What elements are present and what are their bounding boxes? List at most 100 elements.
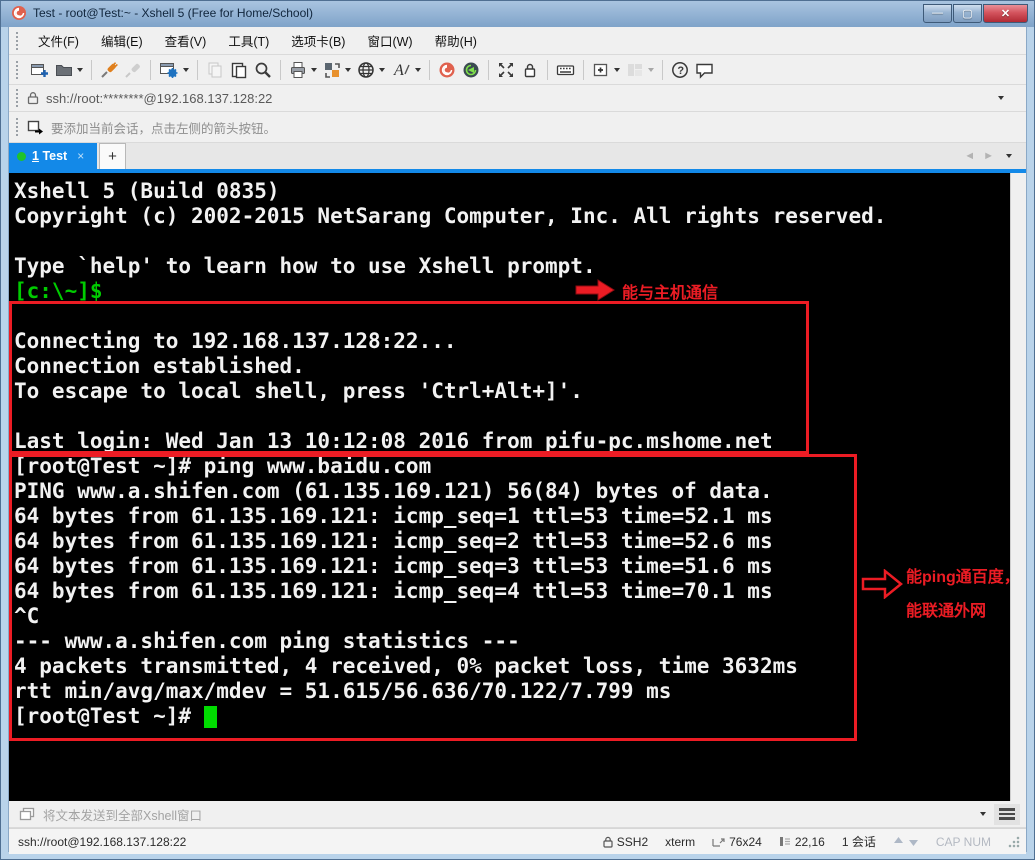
- ssh-lock-icon: [603, 836, 613, 848]
- session-bar: 要添加当前会话，点击左侧的箭头按钮。: [9, 112, 1026, 143]
- annotation-ping-text-line1: 能ping通百度，: [906, 569, 1020, 586]
- menu-items: 文件(F) 编辑(E) 查看(V) 工具(T) 选项卡(B) 窗口(W) 帮助(H): [27, 26, 488, 55]
- send-text-bar[interactable]: 将文本发送到全部Xshell窗口: [9, 801, 1026, 828]
- annotation-box-connection: [9, 301, 809, 454]
- svg-text:A: A: [393, 62, 404, 79]
- menu-bar: 文件(F) 编辑(E) 查看(V) 工具(T) 选项卡(B) 窗口(W) 帮助(H): [9, 27, 1026, 55]
- paste-icon[interactable]: [227, 59, 251, 81]
- xshell-window: Test - root@Test:~ - Xshell 5 (Free for …: [0, 0, 1035, 860]
- tile-windows-caret-icon: [648, 67, 654, 72]
- send-all-windows-icon: [19, 807, 35, 820]
- transfer-caret-icon[interactable]: [345, 67, 351, 72]
- menu-item-3[interactable]: 工具(T): [217, 26, 280, 55]
- send-text-placeholder[interactable]: 将文本发送到全部Xshell窗口: [43, 805, 976, 824]
- annotation-ping-text-line2: 能联通外网: [906, 603, 987, 620]
- terminal-scrollbar[interactable]: [1010, 173, 1026, 801]
- address-bar[interactable]: ssh://root:********@192.168.137.128:22: [9, 85, 1026, 112]
- new-session-icon[interactable]: [27, 59, 52, 81]
- menubar-grip[interactable]: [16, 31, 21, 50]
- menu-item-1[interactable]: 编辑(E): [90, 26, 154, 55]
- tab-list-caret-icon[interactable]: [1006, 154, 1012, 158]
- print-caret-icon[interactable]: [311, 67, 317, 72]
- feedback-icon[interactable]: [692, 59, 717, 81]
- minimize-button[interactable]: —: [923, 3, 952, 23]
- tab-label: 1 Test: [32, 149, 68, 163]
- add-session-icon[interactable]: [27, 119, 44, 135]
- help-icon[interactable]: ?: [668, 59, 692, 81]
- toolbar-grip[interactable]: [16, 60, 21, 79]
- send-options-caret-icon[interactable]: [980, 812, 986, 816]
- address-lock-icon: [27, 92, 39, 105]
- annotation-host-text: 能与主机通信: [622, 285, 719, 302]
- connect-icon[interactable]: [97, 59, 121, 81]
- terminal-line: Copyright (c) 2002-2015 NetSarang Comput…: [14, 204, 887, 228]
- toolbar: A ?: [9, 55, 1026, 85]
- session-hint-text: 要添加当前会话，点击左侧的箭头按钮。: [51, 121, 277, 136]
- web-icon[interactable]: [354, 59, 388, 81]
- status-grid-size: 76x24: [712, 835, 762, 849]
- address-dropdown-caret-icon[interactable]: [998, 96, 1004, 100]
- status-lock-indicators: CAP NUM: [935, 834, 991, 849]
- window-resize-grip[interactable]: [1008, 835, 1020, 848]
- font-caret-icon[interactable]: [415, 67, 421, 72]
- terminal-line: Type `help' to learn how to use Xshell p…: [14, 254, 596, 278]
- web-caret-icon[interactable]: [379, 67, 385, 72]
- annotation-box-ping: [9, 454, 857, 741]
- menu-item-6[interactable]: 帮助(H): [424, 26, 488, 55]
- status-cursor-position: 22,16: [779, 835, 825, 849]
- tab-test[interactable]: 1 Test ×: [9, 143, 97, 169]
- arrow-up-icon: [893, 837, 903, 843]
- menu-item-0[interactable]: 文件(F): [27, 26, 90, 55]
- new-window-caret-icon[interactable]: [614, 67, 620, 72]
- open-session-caret-icon[interactable]: [77, 67, 83, 72]
- properties-icon[interactable]: [156, 59, 192, 81]
- send-menu-button[interactable]: [994, 803, 1020, 825]
- copy-icon: [203, 59, 227, 81]
- menu-item-5[interactable]: 窗口(W): [356, 26, 423, 55]
- tile-windows-icon: [623, 59, 657, 81]
- window-title: Test - root@Test:~ - Xshell 5 (Free for …: [33, 6, 313, 20]
- tab-bar: 1 Test × + ◄ ►: [9, 143, 1026, 169]
- menu-item-4[interactable]: 选项卡(B): [280, 26, 356, 55]
- xftp-icon[interactable]: [459, 59, 483, 81]
- xshell-app-icon: [12, 6, 26, 20]
- maximize-button[interactable]: ▢: [953, 3, 982, 23]
- tab-close-icon[interactable]: ×: [77, 149, 84, 163]
- status-protocol: SSH2: [603, 835, 648, 849]
- transfer-icon[interactable]: [320, 59, 354, 81]
- tab-scroll-left-icon[interactable]: ◄: [960, 150, 979, 162]
- tab-scroll-right-icon[interactable]: ►: [979, 150, 998, 162]
- cursor-position-icon: [779, 837, 790, 846]
- font-icon[interactable]: A: [388, 59, 424, 81]
- lock-screen-icon[interactable]: [518, 59, 542, 81]
- new-window-icon[interactable]: [589, 59, 623, 81]
- tab-status-dot: [17, 151, 26, 161]
- annotation-arrow-host-icon: [575, 279, 615, 301]
- terminal-screen[interactable]: Xshell 5 (Build 0835) Copyright (c) 2002-…: [9, 173, 1026, 801]
- fullscreen-icon[interactable]: [494, 59, 518, 81]
- annotation-arrow-ping-icon: [861, 569, 903, 599]
- arrow-down-icon: [908, 840, 918, 846]
- xshell-icon[interactable]: [435, 59, 459, 81]
- addressbar-grip[interactable]: [16, 89, 21, 107]
- open-session-icon[interactable]: [52, 59, 86, 81]
- status-terminal-type: xterm: [665, 834, 696, 849]
- find-icon[interactable]: [251, 59, 275, 81]
- menu-item-2[interactable]: 查看(V): [154, 26, 218, 55]
- resize-icon: [712, 838, 725, 847]
- disconnect-icon: [121, 59, 145, 81]
- close-button[interactable]: ✕: [983, 3, 1028, 23]
- status-bar: ssh://root@192.168.137.128:22 SSH2 xterm…: [9, 828, 1026, 854]
- status-address: ssh://root@192.168.137.128:22: [18, 834, 187, 849]
- virtual-keyboard-icon[interactable]: [553, 59, 578, 81]
- sessionbar-grip[interactable]: [16, 118, 21, 136]
- address-value[interactable]: ssh://root:********@192.168.137.128:22: [46, 91, 994, 106]
- terminal-line: Xshell 5 (Build 0835): [14, 179, 280, 203]
- svg-text:?: ?: [677, 65, 684, 77]
- status-session-count: 1 会话: [841, 835, 876, 849]
- print-icon[interactable]: [286, 59, 320, 81]
- new-tab-button[interactable]: +: [99, 143, 126, 169]
- properties-caret-icon[interactable]: [183, 67, 189, 72]
- title-bar[interactable]: Test - root@Test:~ - Xshell 5 (Free for …: [1, 1, 1034, 27]
